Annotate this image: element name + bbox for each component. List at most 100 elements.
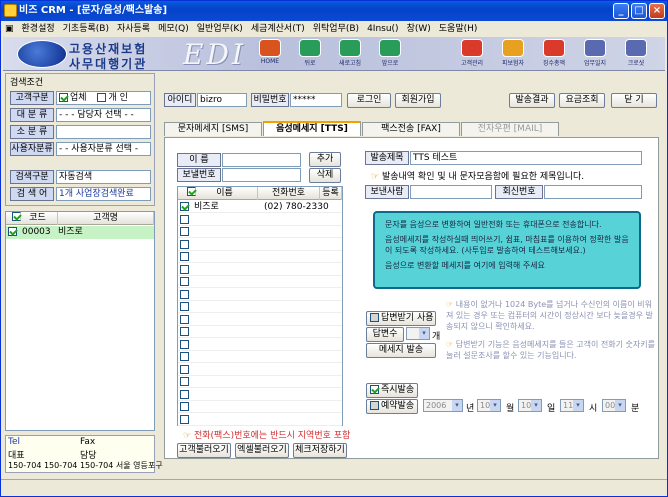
close-window-button[interactable]: ×: [649, 3, 665, 19]
manager-select[interactable]: - - - 담당자 선택 - -: [56, 108, 151, 122]
table-row[interactable]: [178, 226, 342, 238]
toolbar-button[interactable]: 뒤로: [293, 39, 327, 69]
row-checkbox[interactable]: [180, 364, 189, 374]
id-input[interactable]: bizro: [197, 93, 247, 107]
menu-item[interactable]: 메모(Q): [154, 21, 193, 37]
table-row[interactable]: [178, 414, 342, 426]
row-checkbox[interactable]: [180, 239, 189, 249]
menu-item[interactable]: 일반업무(K): [193, 21, 247, 37]
maximize-button[interactable]: □: [631, 3, 647, 19]
minimize-button[interactable]: _: [613, 3, 629, 19]
instant-send-toggle[interactable]: 즉시발송: [366, 383, 418, 398]
toolbar-button[interactable]: 징수총액: [537, 39, 571, 69]
row-checkbox[interactable]: [180, 314, 189, 324]
table-row[interactable]: [178, 376, 342, 388]
minute-select[interactable]: 00: [602, 399, 626, 412]
send-result-button[interactable]: 발송결과: [509, 93, 555, 108]
month-select[interactable]: 10: [477, 399, 501, 412]
message-textarea[interactable]: 문자를 음성으로 변환하여 일반전화 또는 휴대폰으로 전송합니다. 음성메세지…: [373, 211, 641, 289]
row-checkbox[interactable]: [180, 402, 189, 411]
table-row[interactable]: [178, 214, 342, 226]
load-excel-button[interactable]: 엑셀불러오기: [235, 443, 289, 458]
message-send-button[interactable]: 메세지 발송: [366, 343, 436, 358]
search-type-select[interactable]: 자동검색: [56, 170, 151, 184]
row-checkbox[interactable]: [180, 227, 189, 236]
row-checkbox[interactable]: [180, 202, 189, 211]
personal-checkbox[interactable]: [97, 93, 107, 102]
close-button[interactable]: 닫 기: [611, 93, 657, 108]
password-input[interactable]: *****: [290, 93, 342, 107]
add-button[interactable]: 추가: [309, 152, 341, 167]
row-checkbox[interactable]: [180, 327, 189, 336]
reserve-send-checkbox[interactable]: [370, 401, 379, 410]
toolbar-button[interactable]: 크로샷: [619, 39, 653, 69]
join-button[interactable]: 회원가입: [395, 93, 441, 108]
menu-app-icon[interactable]: ▣: [1, 21, 18, 37]
row-checkbox[interactable]: [180, 414, 189, 424]
search-word-input[interactable]: 1개 사업장검색완료: [56, 187, 151, 201]
tab-tts[interactable]: 음성메세지 [TTS]: [263, 121, 361, 136]
menu-item[interactable]: 자사등록: [113, 21, 154, 37]
recipient-number-input[interactable]: [222, 168, 301, 182]
toolbar-button[interactable]: 새로고침: [333, 39, 367, 69]
reserve-send-toggle[interactable]: 예약발송: [366, 399, 418, 414]
login-button[interactable]: 로그인: [347, 93, 391, 108]
row-checkbox[interactable]: [180, 252, 189, 261]
tab-mail[interactable]: 전자우편 [MAIL]: [461, 122, 559, 136]
user-class-select[interactable]: - - 사용자분류 선택 -: [56, 142, 151, 156]
menu-item[interactable]: 창(W): [403, 21, 435, 37]
table-row[interactable]: [178, 389, 342, 401]
sender-input[interactable]: [410, 185, 492, 199]
tab-sms[interactable]: 문자메세지 [SMS]: [164, 122, 262, 136]
table-row[interactable]: 00003 비즈로: [6, 226, 154, 239]
table-row[interactable]: [178, 239, 342, 251]
fee-inquiry-button[interactable]: 요금조회: [559, 93, 605, 108]
table-row[interactable]: [178, 401, 342, 413]
row-checkbox[interactable]: [180, 377, 189, 386]
row-checkbox[interactable]: [180, 352, 189, 361]
table-row[interactable]: [178, 289, 342, 301]
business-checkbox[interactable]: [59, 93, 68, 102]
row-checkbox[interactable]: [8, 227, 17, 236]
menu-item[interactable]: 위탁업무(B): [309, 21, 363, 37]
toolbar-button[interactable]: HOME: [253, 39, 287, 69]
year-select[interactable]: 2006: [423, 399, 463, 412]
reply-number-input[interactable]: [544, 185, 642, 199]
table-row[interactable]: [178, 264, 342, 276]
toolbar-button[interactable]: 업무일지: [578, 39, 612, 69]
table-row[interactable]: [178, 339, 342, 351]
table-row[interactable]: [178, 276, 342, 288]
menu-item[interactable]: 도움말(H): [435, 21, 482, 37]
table-row[interactable]: [178, 301, 342, 313]
menu-item[interactable]: 환경설정: [18, 21, 59, 37]
table-row[interactable]: [178, 364, 342, 376]
day-select[interactable]: 10: [518, 399, 542, 412]
table-row[interactable]: [178, 326, 342, 338]
row-checkbox[interactable]: [180, 302, 189, 311]
table-row[interactable]: [178, 351, 342, 363]
instant-send-checkbox[interactable]: [370, 385, 379, 394]
delete-button[interactable]: 삭제: [309, 168, 341, 183]
row-checkbox[interactable]: [180, 277, 189, 286]
reply-use-checkbox[interactable]: [370, 313, 379, 322]
hour-select[interactable]: 11: [560, 399, 584, 412]
row-checkbox[interactable]: [180, 264, 189, 274]
load-customer-button[interactable]: 고객불러오기: [177, 443, 231, 458]
reply-use-toggle[interactable]: 답변받기 사용: [366, 311, 436, 326]
table-row[interactable]: [178, 251, 342, 263]
recipient-name-input[interactable]: [222, 153, 301, 167]
menu-item[interactable]: 기초등록(B): [59, 21, 113, 37]
row-checkbox[interactable]: [180, 289, 189, 299]
toolbar-button[interactable]: 고객관리: [455, 39, 489, 69]
menu-item[interactable]: 세금계산서(T): [247, 21, 309, 37]
table-row[interactable]: [178, 314, 342, 326]
row-checkbox[interactable]: [180, 389, 189, 399]
tab-fax[interactable]: 팩스전송 [FAX]: [362, 122, 460, 136]
subject-input[interactable]: TTS 테스트: [410, 151, 642, 165]
save-check-button[interactable]: 체크저장하기: [293, 443, 347, 458]
toolbar-button[interactable]: 피보험자: [496, 39, 530, 69]
small-class-select[interactable]: [56, 125, 151, 139]
table-row[interactable]: 비즈로 (02) 780-2330: [178, 201, 342, 213]
menu-item[interactable]: 4Insu(): [363, 21, 403, 37]
row-checkbox[interactable]: [180, 339, 189, 349]
